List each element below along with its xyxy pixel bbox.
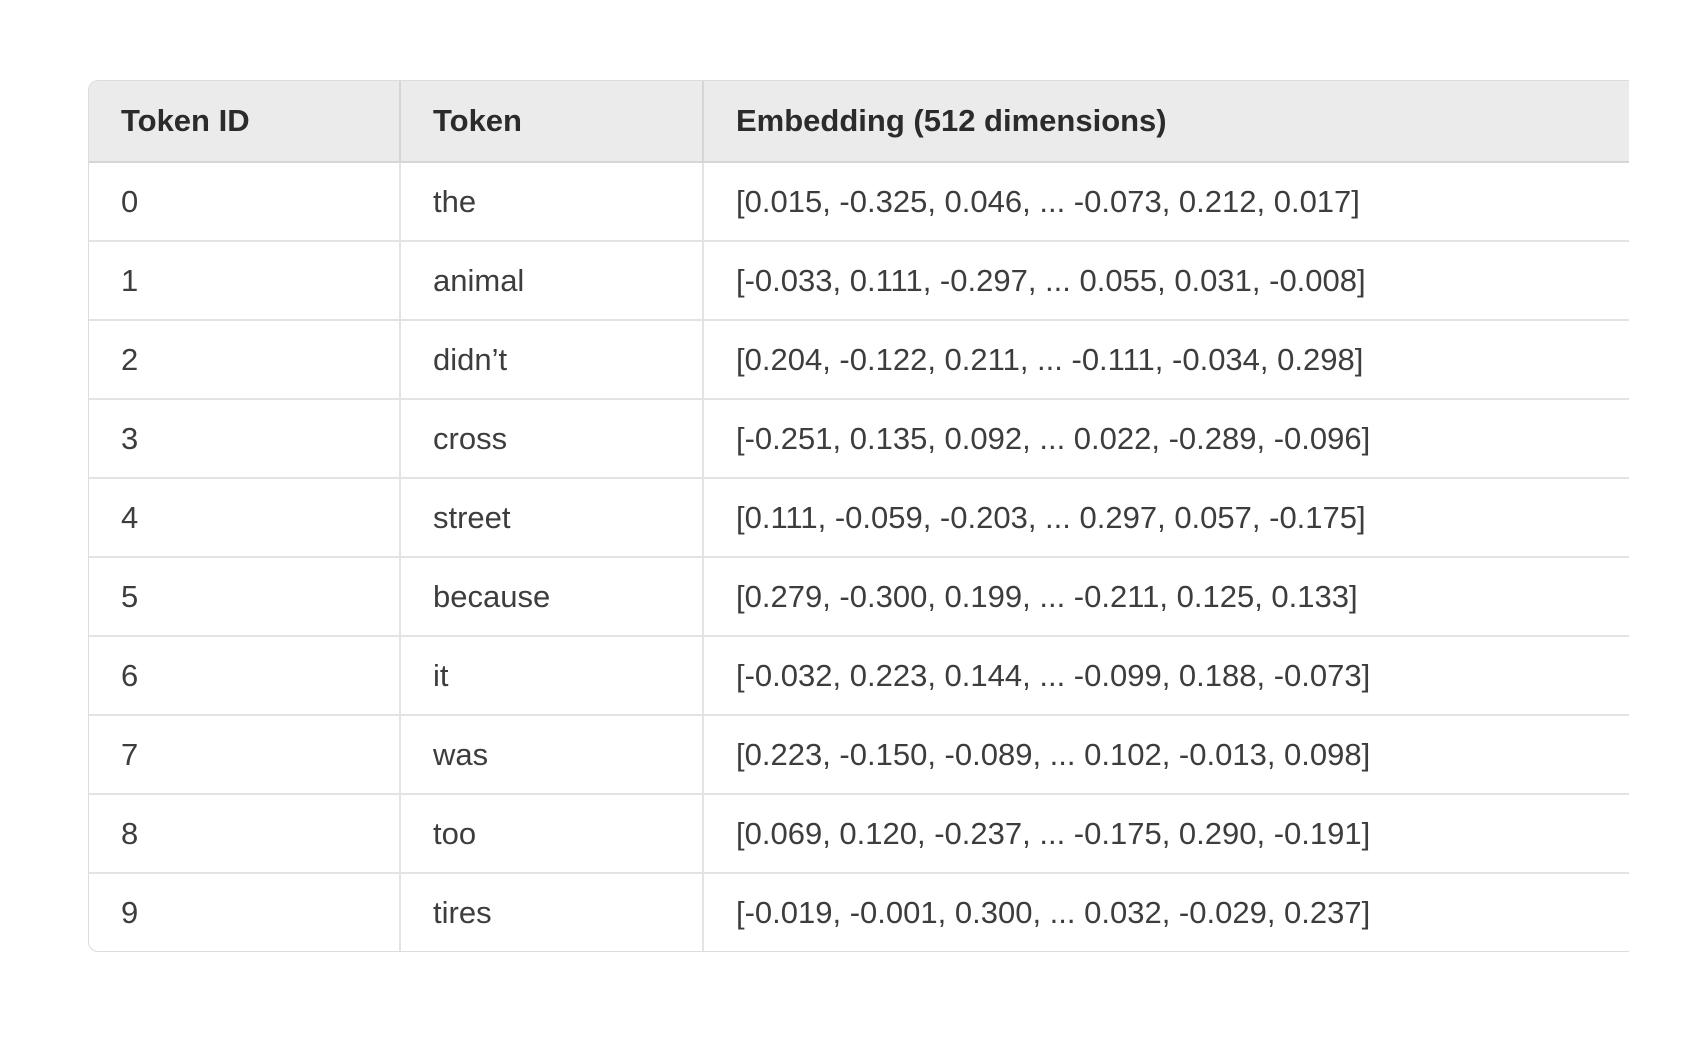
table-header: Token ID Token Embedding (512 dimensions…: [89, 81, 1629, 163]
embedding-table-container: Token ID Token Embedding (512 dimensions…: [88, 80, 1629, 952]
cell-token: tires: [400, 873, 704, 951]
header-row: Token ID Token Embedding (512 dimensions…: [89, 81, 1629, 163]
cell-token: street: [400, 478, 704, 558]
table-row: 7 was [0.223, -0.150, -0.089, ... 0.102,…: [89, 715, 1629, 795]
header-token: Token: [400, 81, 704, 163]
cell-token-id: 7: [89, 715, 401, 795]
header-token-id: Token ID: [89, 81, 401, 163]
table-row: 2 didn’t [0.204, -0.122, 0.211, ... -0.1…: [89, 320, 1629, 400]
table-row: 0 the [0.015, -0.325, 0.046, ... -0.073,…: [89, 162, 1629, 242]
table-row: 8 too [0.069, 0.120, -0.237, ... -0.175,…: [89, 794, 1629, 874]
embedding-table: Token ID Token Embedding (512 dimensions…: [89, 81, 1629, 951]
cell-token-id: 6: [89, 636, 401, 716]
cell-token-id: 1: [89, 241, 401, 321]
table-row: 4 street [0.111, -0.059, -0.203, ... 0.2…: [89, 478, 1629, 558]
header-embedding: Embedding (512 dimensions): [703, 81, 1629, 163]
cell-token-id: 9: [89, 873, 401, 951]
cell-token: didn’t: [400, 320, 704, 400]
cell-token: the: [400, 162, 704, 242]
table-row: 6 it [-0.032, 0.223, 0.144, ... -0.099, …: [89, 636, 1629, 716]
cell-embedding: [-0.033, 0.111, -0.297, ... 0.055, 0.031…: [703, 241, 1629, 321]
cell-token: was: [400, 715, 704, 795]
cell-token-id: 5: [89, 557, 401, 637]
cell-token: because: [400, 557, 704, 637]
cell-token: animal: [400, 241, 704, 321]
cell-token: too: [400, 794, 704, 874]
table-row: 5 because [0.279, -0.300, 0.199, ... -0.…: [89, 557, 1629, 637]
cell-token: it: [400, 636, 704, 716]
cell-embedding: [-0.251, 0.135, 0.092, ... 0.022, -0.289…: [703, 399, 1629, 479]
cell-token: cross: [400, 399, 704, 479]
cell-embedding: [0.204, -0.122, 0.211, ... -0.111, -0.03…: [703, 320, 1629, 400]
cell-token-id: 0: [89, 162, 401, 242]
table-row: 9 tires [-0.019, -0.001, 0.300, ... 0.03…: [89, 873, 1629, 951]
cell-embedding: [0.069, 0.120, -0.237, ... -0.175, 0.290…: [703, 794, 1629, 874]
cell-embedding: [0.015, -0.325, 0.046, ... -0.073, 0.212…: [703, 162, 1629, 242]
cell-embedding: [0.223, -0.150, -0.089, ... 0.102, -0.01…: [703, 715, 1629, 795]
table-row: 3 cross [-0.251, 0.135, 0.092, ... 0.022…: [89, 399, 1629, 479]
cell-embedding: [0.111, -0.059, -0.203, ... 0.297, 0.057…: [703, 478, 1629, 558]
cell-token-id: 3: [89, 399, 401, 479]
table-row: 1 animal [-0.033, 0.111, -0.297, ... 0.0…: [89, 241, 1629, 321]
cell-token-id: 2: [89, 320, 401, 400]
table-body: 0 the [0.015, -0.325, 0.046, ... -0.073,…: [89, 162, 1629, 951]
cell-embedding: [-0.019, -0.001, 0.300, ... 0.032, -0.02…: [736, 894, 1371, 930]
cell-embedding: [-0.032, 0.223, 0.144, ... -0.099, 0.188…: [703, 636, 1629, 716]
cell-token-id: 4: [89, 478, 401, 558]
cell-token-id: 8: [89, 794, 401, 874]
cell-embedding: [0.279, -0.300, 0.199, ... -0.211, 0.125…: [703, 557, 1629, 637]
